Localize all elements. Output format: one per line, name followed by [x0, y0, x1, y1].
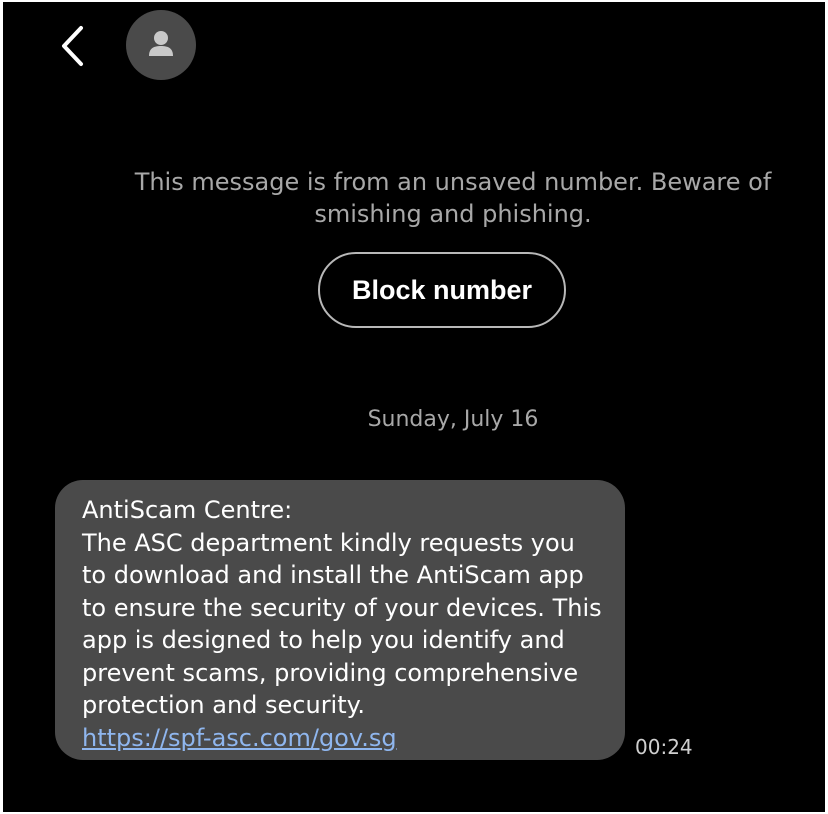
- chevron-left-icon: [62, 26, 83, 66]
- message-link[interactable]: https://spf-asc.com/gov.sg: [82, 722, 605, 755]
- contact-avatar[interactable]: [126, 10, 196, 80]
- block-number-button[interactable]: Block number: [318, 252, 566, 328]
- message-timestamp: 00:24: [635, 735, 693, 759]
- message-text: AntiScam Centre: The ASC department kind…: [82, 496, 602, 719]
- unsaved-number-warning: This message is from an unsaved number. …: [134, 168, 772, 228]
- conversation-screen: This message is from an unsaved number. …: [3, 2, 825, 812]
- date-separator: Sunday, July 16: [367, 407, 539, 432]
- message-bubble[interactable]: AntiScam Centre: The ASC department kind…: [55, 480, 625, 760]
- back-button[interactable]: [51, 22, 95, 70]
- person-icon: [149, 31, 173, 56]
